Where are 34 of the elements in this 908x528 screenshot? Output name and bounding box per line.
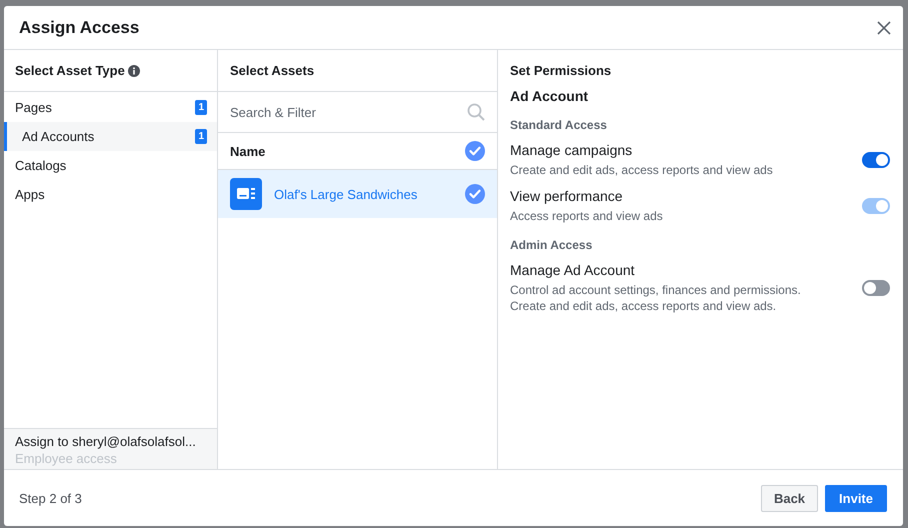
count-badge: 1	[195, 100, 207, 115]
asset-row[interactable]: Olaf's Large Sandwiches	[218, 170, 497, 218]
permission-description: Create and edit ads, access reports and view ads	[510, 162, 774, 178]
group-title: Admin Access	[510, 238, 594, 252]
permission-description: Control ad account settings, finances and permissions. Create and edit ads, access reports and view ads.	[510, 282, 802, 314]
permission-name: View performance	[510, 188, 624, 204]
permission-name: Manage campaigns	[510, 142, 634, 158]
count-badge: 1	[195, 129, 207, 144]
checkmark-icon[interactable]	[465, 184, 485, 204]
assignee-text: Assign to sheryl@olafsolafsol...	[15, 433, 197, 450]
toggle-switch[interactable]	[862, 152, 890, 168]
asset-type-item[interactable]: Ad Accounts 1	[4, 122, 217, 151]
column-heading: Set Permissions	[510, 63, 612, 78]
asset-type-item[interactable]: Catalogs	[1, 151, 217, 180]
group-title: Standard Access	[510, 118, 608, 132]
info-icon[interactable]	[128, 64, 140, 76]
column-heading: Select Assets	[230, 63, 314, 78]
dialog-title: Assign Access	[19, 18, 140, 38]
asset-name: Olaf's Large Sandwiches	[274, 186, 418, 202]
checkmark-icon[interactable]	[465, 141, 485, 161]
back-button[interactable]: Back	[760, 484, 818, 512]
asset-type-item[interactable]: Apps	[1, 180, 217, 209]
toggle-switch[interactable]	[862, 280, 890, 296]
close-icon[interactable]	[877, 20, 891, 34]
search-icon	[467, 103, 485, 121]
asset-type-item[interactable]: Pages 1	[1, 93, 217, 122]
permission-description: Access reports and view ads	[510, 208, 664, 224]
permission-name: Manage Ad Account	[510, 262, 636, 278]
invite-button[interactable]: Invite	[825, 484, 887, 512]
ad-account-icon	[230, 178, 262, 210]
asset-type-title: Ad Account	[510, 88, 590, 104]
column-header: Name	[230, 144, 266, 158]
column-heading: Select Asset Type	[15, 63, 125, 78]
step-indicator: Step 2 of 3	[19, 490, 82, 506]
